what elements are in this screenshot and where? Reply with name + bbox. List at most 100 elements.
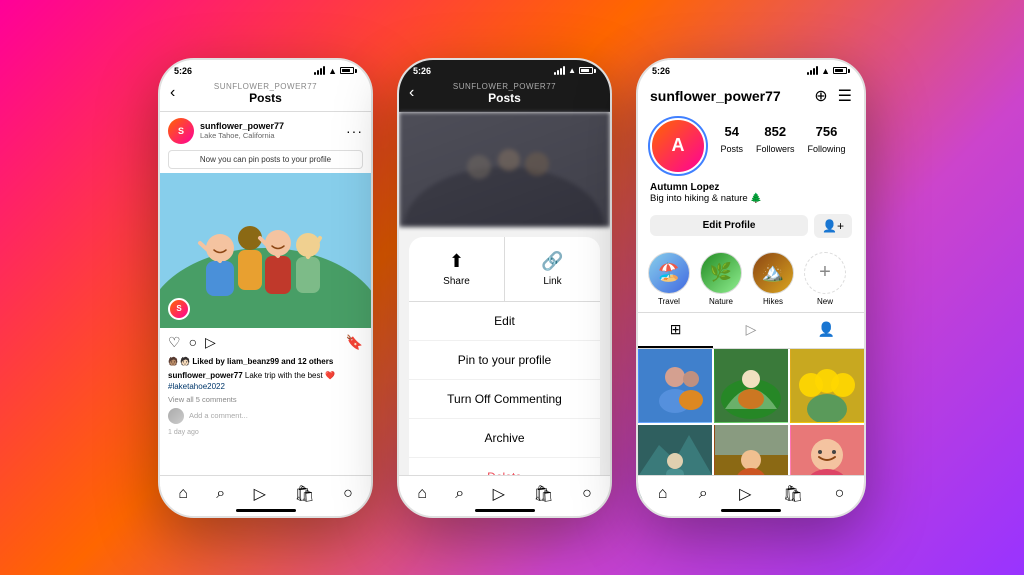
- share-icon-2: ⬆: [449, 251, 464, 272]
- stat-followers-num-3: 852: [756, 124, 795, 139]
- status-icons-1: ▲: [314, 66, 357, 76]
- time-1: 5:26: [174, 66, 192, 76]
- caption-text-1: Lake trip with the best ❤️: [243, 371, 335, 380]
- tab-reels-3[interactable]: ▷: [713, 313, 788, 348]
- context-archive-btn[interactable]: Archive: [409, 419, 600, 458]
- nav-reels-1[interactable]: ▷: [254, 484, 266, 504]
- back-arrow-2[interactable]: ‹: [409, 84, 414, 102]
- highlight-travel-3[interactable]: 🏖️ Travel: [648, 252, 690, 306]
- highlight-label-nature-3: Nature: [709, 297, 733, 306]
- nav-home-2[interactable]: ⌂: [417, 485, 427, 503]
- photo-cell-3[interactable]: [790, 349, 864, 423]
- stat-posts-num-3: 54: [720, 124, 743, 139]
- nav-profile-3[interactable]: ○: [835, 485, 845, 503]
- profile-avatar-3[interactable]: A: [650, 118, 706, 174]
- profile-bio-3: Autumn Lopez Big into hiking & nature 🌲: [638, 182, 864, 210]
- profile-tabs-3: ⊞ ▷ 👤: [638, 312, 864, 349]
- nav-reels-3[interactable]: ▷: [739, 484, 751, 504]
- battery-3: [833, 67, 850, 74]
- status-icons-2: ▲: [554, 66, 596, 75]
- post-header-left-1: S sunflower_power77 Lake Tahoe, Californ…: [168, 118, 284, 144]
- view-comments-1[interactable]: View all 5 comments: [160, 394, 371, 405]
- post-image-svg-1: [160, 173, 371, 328]
- photo-cell-1[interactable]: [638, 349, 712, 423]
- home-indicator-2: [475, 509, 535, 512]
- time-2: 5:26: [413, 66, 431, 76]
- home-indicator-3: [721, 509, 781, 512]
- edit-profile-row-3: Edit Profile 👤+: [638, 210, 864, 246]
- signal-bars-1: [314, 66, 325, 75]
- back-arrow-1[interactable]: ‹: [170, 84, 175, 102]
- stat-following-3[interactable]: 756 Following: [807, 124, 845, 157]
- tab-grid-3[interactable]: ⊞: [638, 313, 713, 348]
- nav-search-1[interactable]: ⌕: [216, 485, 225, 503]
- status-bar-3: 5:26 ▲: [638, 60, 864, 78]
- nav-profile-2[interactable]: ○: [582, 485, 592, 503]
- nav-profile-1[interactable]: ○: [343, 485, 353, 503]
- nav-reels-2[interactable]: ▷: [493, 484, 505, 504]
- wifi-icon-2: ▲: [568, 66, 576, 75]
- stat-following-num-3: 756: [807, 124, 845, 139]
- like-icon-1[interactable]: ♡: [168, 334, 181, 351]
- link-label-2: Link: [543, 276, 561, 287]
- stats-row-3: 54 Posts 852 Followers 756 Following: [714, 124, 852, 157]
- comment-input-1[interactable]: Add a comment...: [189, 411, 248, 420]
- caption-user-1[interactable]: sunflower_power77: [168, 371, 243, 380]
- header-username-1: SUNFLOWER_POWER77: [214, 82, 317, 91]
- edit-profile-btn-3[interactable]: Edit Profile: [650, 215, 808, 236]
- stat-posts-3: 54 Posts: [720, 124, 743, 157]
- context-top-actions-2: ⬆ Share 🔗 Link: [409, 237, 600, 302]
- add-post-icon-3[interactable]: ⊕: [814, 86, 827, 106]
- nav-shop-3[interactable]: 🛍: [783, 484, 803, 504]
- nav-search-2[interactable]: ⌕: [455, 485, 464, 503]
- highlight-nature-3[interactable]: 🌿 Nature: [700, 252, 742, 306]
- post-caption-1: sunflower_power77 Lake trip with the bes…: [160, 368, 371, 394]
- nav-search-3[interactable]: ⌕: [699, 485, 708, 503]
- photo-cell-2[interactable]: [714, 349, 788, 423]
- highlight-hikes-3[interactable]: 🏔️ Hikes: [752, 252, 794, 306]
- page-header-2: ‹ SUNFLOWER_POWER77 Posts: [399, 78, 610, 112]
- context-share-btn[interactable]: ⬆ Share: [409, 237, 505, 301]
- phone-2: 5:26 ▲ ‹ SUNFLOWER_POWER77 Posts: [397, 58, 612, 518]
- post-likes-1: 🧑🏽 🧑🏻 Liked by liam_beanz99 and 12 other…: [160, 357, 371, 368]
- status-icons-3: ▲: [807, 66, 850, 76]
- context-edit-btn[interactable]: Edit: [409, 302, 600, 341]
- context-link-btn[interactable]: 🔗 Link: [505, 237, 600, 301]
- share-label-2: Share: [443, 276, 470, 287]
- stat-followers-3[interactable]: 852 Followers: [756, 124, 795, 157]
- pin-notice-1: Now you can pin posts to your profile: [168, 150, 363, 169]
- stat-following-label-3: Following: [807, 144, 845, 154]
- post-header-1: S sunflower_power77 Lake Tahoe, Californ…: [160, 112, 371, 150]
- profile-header-icons-3: ⊕ ☰: [814, 86, 852, 106]
- comment-icon-1[interactable]: ○: [189, 334, 197, 350]
- menu-icon-3[interactable]: ☰: [838, 86, 852, 106]
- nav-shop-2[interactable]: 🛍: [533, 484, 553, 504]
- photo-img-3: [790, 349, 864, 423]
- context-commenting-btn[interactable]: Turn Off Commenting: [409, 380, 600, 419]
- blurred-overlay-2: [399, 112, 610, 227]
- post-options-1[interactable]: ···: [346, 123, 363, 139]
- photo-img-1: [638, 349, 712, 423]
- share-icon-1[interactable]: ▷: [205, 334, 216, 351]
- stat-posts-label-3: Posts: [720, 144, 743, 154]
- context-pin-btn[interactable]: Pin to your profile: [409, 341, 600, 380]
- tab-tagged-3[interactable]: 👤: [789, 313, 864, 348]
- page-header-content-1: SUNFLOWER_POWER77 Posts: [214, 82, 317, 105]
- highlight-new-3[interactable]: + New: [804, 252, 846, 306]
- nav-home-3[interactable]: ⌂: [658, 485, 668, 503]
- blurred-post-2: [399, 112, 610, 227]
- hashtag-1[interactable]: #laketahoe2022: [168, 382, 225, 391]
- post-username-1[interactable]: sunflower_power77: [200, 121, 284, 132]
- post-likes-text-1: 🧑🏽 🧑🏻 Liked by liam_beanz99 and 12 other…: [168, 357, 333, 366]
- nav-home-1[interactable]: ⌂: [178, 485, 188, 503]
- post-avatar-1[interactable]: S: [168, 118, 194, 144]
- page-header-content-2: SUNFLOWER_POWER77 Posts: [453, 82, 556, 105]
- context-area-2: ⬆ Share 🔗 Link Edit Pin to your profile …: [399, 237, 610, 496]
- phone-3: 5:26 ▲ sunflower_power77 ⊕ ☰ A 5: [636, 58, 866, 518]
- post-image-1: S: [160, 173, 371, 328]
- bookmark-icon-1[interactable]: 🔖: [346, 334, 363, 351]
- add-comment-1: Add a comment...: [160, 405, 371, 427]
- nav-shop-1[interactable]: 🛍: [294, 484, 314, 504]
- signal-bars-2: [554, 66, 565, 75]
- follow-suggestions-btn-3[interactable]: 👤+: [814, 214, 852, 238]
